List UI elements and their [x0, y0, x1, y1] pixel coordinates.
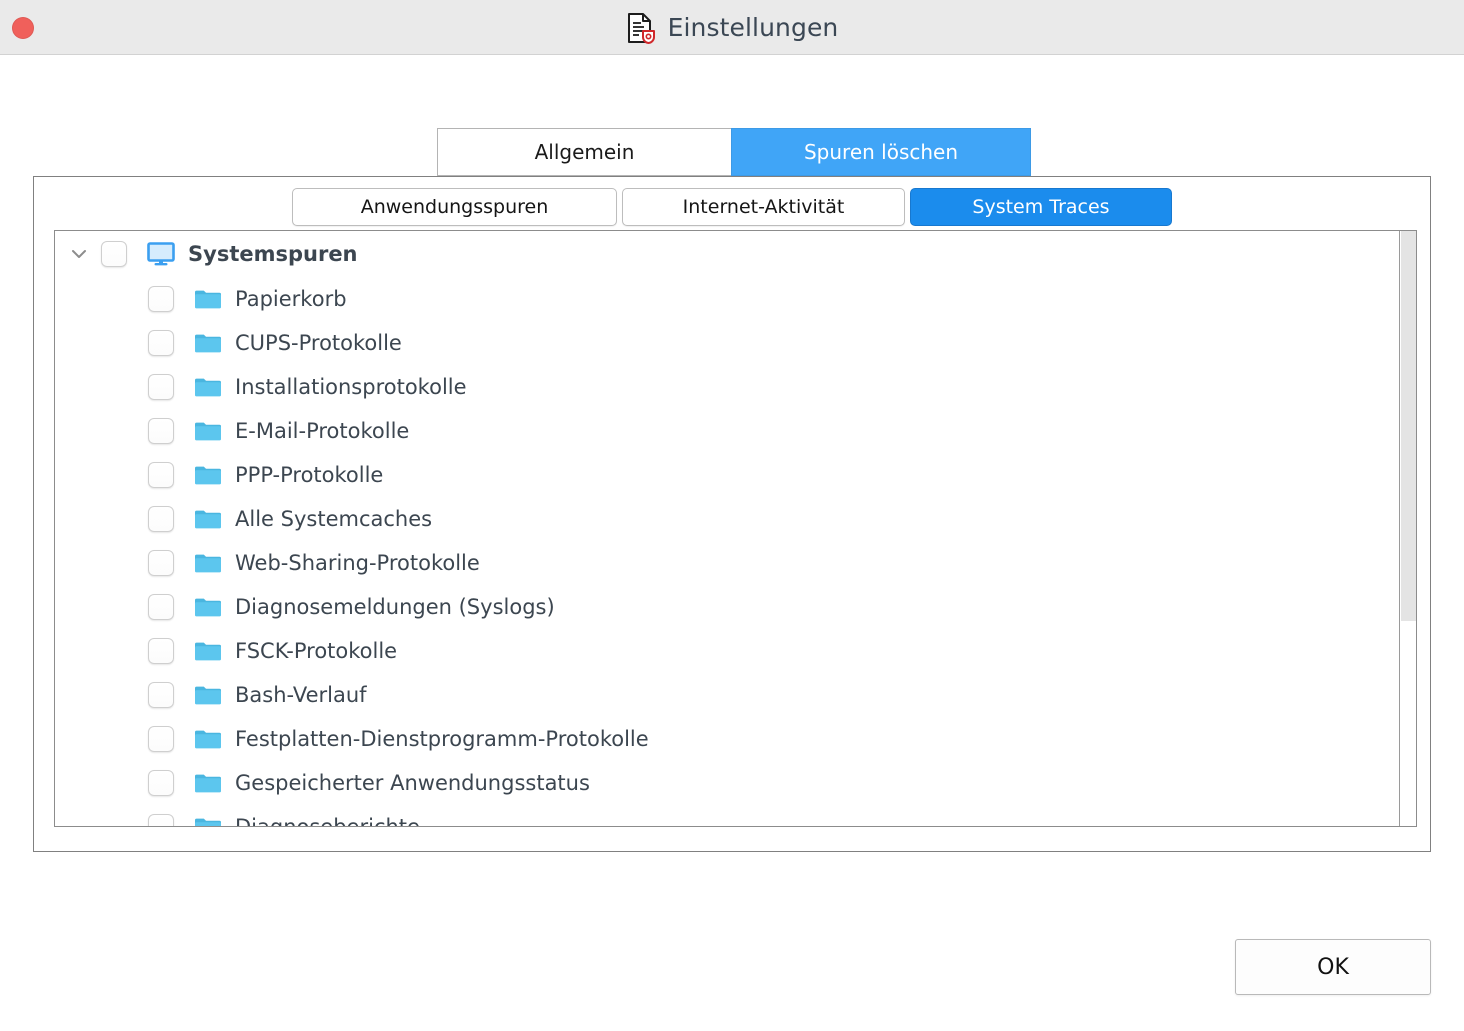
list-scrollbar-thumb[interactable] [1401, 231, 1416, 621]
tab-allgemein[interactable]: Allgemein [437, 128, 732, 176]
tree-row-item[interactable]: Diagnosemeldungen (Syslogs) [55, 585, 1400, 629]
system-traces-list-panel: Systemspuren Papierkorb CUPS-Protokolle In… [54, 230, 1417, 827]
tree-row-item-label: FSCK-Protokolle [235, 639, 398, 663]
tab-internet-aktivitaet-label: Internet-Aktivität [682, 196, 845, 218]
tree-row-item[interactable]: Bash-Verlauf [55, 673, 1400, 717]
tree-row-item-label: CUPS-Protokolle [235, 331, 402, 355]
folder-icon [193, 506, 223, 532]
tree-row-item[interactable]: Gespeicherter Anwendungsstatus [55, 761, 1400, 805]
tree-viewport: Systemspuren Papierkorb CUPS-Protokolle In… [55, 231, 1400, 826]
tree-row-item[interactable]: Web-Sharing-Protokolle [55, 541, 1400, 585]
checkbox-item[interactable] [148, 286, 174, 312]
folder-icon [193, 462, 223, 488]
tab-anwendungsspuren-label: Anwendungsspuren [360, 196, 549, 218]
tree-row-item-label: Web-Sharing-Protokolle [235, 551, 480, 575]
top-tab-bar: Allgemein Spuren löschen [437, 128, 1031, 176]
tree-row-item[interactable]: Festplatten-Dienstprogramm-Protokolle [55, 717, 1400, 761]
tree-row-item-label: E-Mail-Protokolle [235, 419, 410, 443]
tab-spuren-loeschen[interactable]: Spuren löschen [731, 128, 1031, 176]
tree-row-item[interactable]: FSCK-Protokolle [55, 629, 1400, 673]
tree-row-item[interactable]: Alle Systemcaches [55, 497, 1400, 541]
folder-icon [193, 374, 223, 400]
tab-anwendungsspuren[interactable]: Anwendungsspuren [292, 188, 617, 226]
folder-icon [193, 814, 223, 826]
tree-row-item[interactable]: Diagnoseberichte [55, 805, 1400, 826]
tab-system-traces-label: System Traces [972, 196, 1110, 218]
folder-icon [193, 638, 223, 664]
checkbox-item[interactable] [148, 462, 174, 488]
checkbox-item[interactable] [148, 770, 174, 796]
tree-row-root-label: Systemspuren [188, 242, 358, 266]
checkbox-item[interactable] [148, 506, 174, 532]
list-scrollbar[interactable] [1399, 231, 1416, 826]
checkbox-item[interactable] [148, 638, 174, 664]
folder-icon [193, 770, 223, 796]
tab-internet-aktivitaet[interactable]: Internet-Aktivität [622, 188, 905, 226]
tree-row-root[interactable]: Systemspuren [55, 231, 1400, 277]
tree-row-item-label: PPP-Protokolle [235, 463, 384, 487]
folder-icon [193, 594, 223, 620]
checkbox-item[interactable] [148, 550, 174, 576]
tree-row-item[interactable]: PPP-Protokolle [55, 453, 1400, 497]
ok-button-label: OK [1317, 954, 1349, 980]
tree-row-item-label: Gespeicherter Anwendungsstatus [235, 771, 590, 795]
tree-row-item-label: Diagnosemeldungen (Syslogs) [235, 595, 555, 619]
checkbox-item[interactable] [148, 374, 174, 400]
checkbox-item[interactable] [148, 418, 174, 444]
window-title-group: Einstellungen [0, 0, 1464, 55]
inner-tab-bar: Anwendungsspuren Internet-Aktivität Syst… [292, 188, 1172, 226]
document-shield-icon [626, 12, 656, 44]
tab-system-traces[interactable]: System Traces [910, 188, 1172, 226]
tree-row-item-label: Papierkorb [235, 287, 347, 311]
tree-row-item[interactable]: E-Mail-Protokolle [55, 409, 1400, 453]
checkbox-item[interactable] [148, 814, 174, 826]
checkbox-item[interactable] [148, 330, 174, 356]
tab-allgemein-label: Allgemein [534, 140, 635, 164]
folder-icon [193, 726, 223, 752]
checkbox-systemspuren[interactable] [101, 241, 127, 267]
tab-spuren-loeschen-label: Spuren löschen [803, 140, 959, 164]
checkbox-item[interactable] [148, 726, 174, 752]
monitor-icon [146, 241, 176, 267]
tree-row-item-label: Festplatten-Dienstprogramm-Protokolle [235, 727, 649, 751]
folder-icon [193, 286, 223, 312]
folder-icon [193, 682, 223, 708]
folder-icon [193, 418, 223, 444]
folder-icon [193, 550, 223, 576]
tree-row-item[interactable]: Papierkorb [55, 277, 1400, 321]
chevron-down-icon[interactable] [67, 242, 91, 266]
ok-button[interactable]: OK [1235, 939, 1431, 995]
tree-row-item-label: Bash-Verlauf [235, 683, 367, 707]
tree-row-item-label: Installationsprotokolle [235, 375, 467, 399]
checkbox-item[interactable] [148, 594, 174, 620]
tree-row-item-label: Alle Systemcaches [235, 507, 433, 531]
folder-icon [193, 330, 223, 356]
window-titlebar: Einstellungen [0, 0, 1464, 55]
tree-children-container: Papierkorb CUPS-Protokolle Installationspr… [55, 277, 1400, 826]
tree-row-item[interactable]: Installationsprotokolle [55, 365, 1400, 409]
checkbox-item[interactable] [148, 682, 174, 708]
window-title: Einstellungen [667, 13, 839, 42]
tree-row-item-label: Diagnoseberichte [235, 815, 420, 826]
tree-row-item[interactable]: CUPS-Protokolle [55, 321, 1400, 365]
